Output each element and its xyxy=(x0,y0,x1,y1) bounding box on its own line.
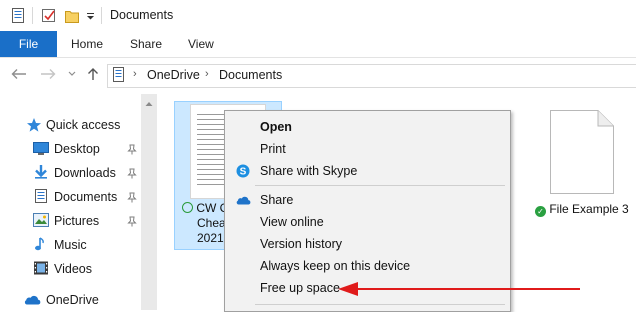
menu-item-label: Free up space xyxy=(260,281,340,295)
dropdown-icon[interactable] xyxy=(86,8,95,23)
file-name-file-example-3: ✓ File Example 3 xyxy=(535,202,629,217)
nav-item-desktop[interactable]: Desktop xyxy=(54,142,100,156)
menu-item-always-keep-on-device[interactable]: Always keep on this device xyxy=(225,255,510,277)
svg-text:S: S xyxy=(240,167,247,178)
back-arrow-icon[interactable] xyxy=(11,68,27,80)
menu-item-label: Always keep on this device xyxy=(260,259,411,273)
checkmark-icon[interactable] xyxy=(42,8,56,23)
menu-item-share-with-skype[interactable]: S Share with Skype xyxy=(225,160,510,182)
tab-share[interactable]: Share xyxy=(130,31,162,57)
film-strip-icon xyxy=(34,261,48,275)
download-arrow-icon xyxy=(35,165,47,179)
title-bar: Documents xyxy=(0,0,636,31)
menu-item-label: Open xyxy=(260,120,292,134)
nav-item-pictures[interactable]: Pictures xyxy=(54,214,99,228)
menu-separator xyxy=(255,185,505,186)
documents-icon xyxy=(35,189,47,203)
pin-icon[interactable] xyxy=(127,192,137,203)
nav-item-downloads[interactable]: Downloads xyxy=(54,166,116,180)
menu-item-version-history[interactable]: Version history xyxy=(225,233,510,255)
breadcrumb-documents[interactable]: Documents xyxy=(219,68,282,82)
nav-onedrive[interactable]: OneDrive xyxy=(46,293,99,307)
menu-item-share[interactable]: Share xyxy=(225,189,510,211)
tab-home[interactable]: Home xyxy=(71,31,103,57)
toolbar-separator xyxy=(101,7,102,24)
file-name-line: 2021 xyxy=(197,231,224,245)
tab-file[interactable]: File xyxy=(0,31,57,57)
recent-locations-chevron-icon[interactable] xyxy=(68,71,76,77)
breadcrumb-onedrive[interactable]: OneDrive xyxy=(147,68,200,82)
checkmark-icon: ✓ xyxy=(535,206,546,217)
properties-icon[interactable] xyxy=(11,8,25,23)
menu-item-print[interactable]: Print xyxy=(225,138,510,160)
music-note-icon xyxy=(35,237,44,251)
desktop-icon xyxy=(33,142,49,155)
pin-icon[interactable] xyxy=(127,216,137,227)
blank-document-icon[interactable] xyxy=(550,110,614,194)
menu-item-label: Version history xyxy=(260,237,342,251)
ribbon-tabs: File Home Share View xyxy=(0,31,636,58)
annotation-arrow-icon xyxy=(338,282,580,296)
nav-quick-access[interactable]: Quick access xyxy=(46,118,120,132)
scroll-up-arrow-icon[interactable] xyxy=(145,101,153,107)
chevron-right-icon[interactable]: › xyxy=(133,68,137,80)
menu-item-label: Share with Skype xyxy=(260,164,358,178)
sync-status-icon xyxy=(182,202,193,213)
nav-item-videos[interactable]: Videos xyxy=(54,262,92,276)
onedrive-cloud-icon xyxy=(24,295,41,305)
menu-item-open[interactable]: Open xyxy=(225,116,510,138)
file-name-selected: CW C xyxy=(182,201,228,216)
tab-view[interactable]: View xyxy=(188,31,214,57)
nav-item-music[interactable]: Music xyxy=(54,238,87,252)
onedrive-cloud-icon xyxy=(236,196,251,205)
menu-item-label: View online xyxy=(260,215,324,229)
pin-icon[interactable] xyxy=(127,144,137,155)
new-folder-icon[interactable] xyxy=(65,8,79,23)
menu-separator xyxy=(255,304,505,305)
window-title: Documents xyxy=(110,8,174,22)
file-name-text: File Example 3 xyxy=(549,202,629,216)
star-icon xyxy=(27,118,41,132)
toolbar-separator xyxy=(32,7,33,24)
up-arrow-icon[interactable] xyxy=(87,67,99,81)
skype-icon: S xyxy=(236,164,250,178)
pictures-icon xyxy=(33,213,49,227)
menu-item-label: Print xyxy=(260,142,286,156)
chevron-right-icon[interactable]: › xyxy=(205,68,209,80)
forward-arrow-icon[interactable] xyxy=(40,68,56,80)
menu-item-label: Share xyxy=(260,193,294,207)
nav-item-documents[interactable]: Documents xyxy=(54,190,117,204)
pin-icon[interactable] xyxy=(127,168,137,179)
nav-pane-scrollbar[interactable] xyxy=(141,94,157,310)
folder-properties-icon xyxy=(113,67,124,82)
menu-item-view-online[interactable]: View online xyxy=(225,211,510,233)
